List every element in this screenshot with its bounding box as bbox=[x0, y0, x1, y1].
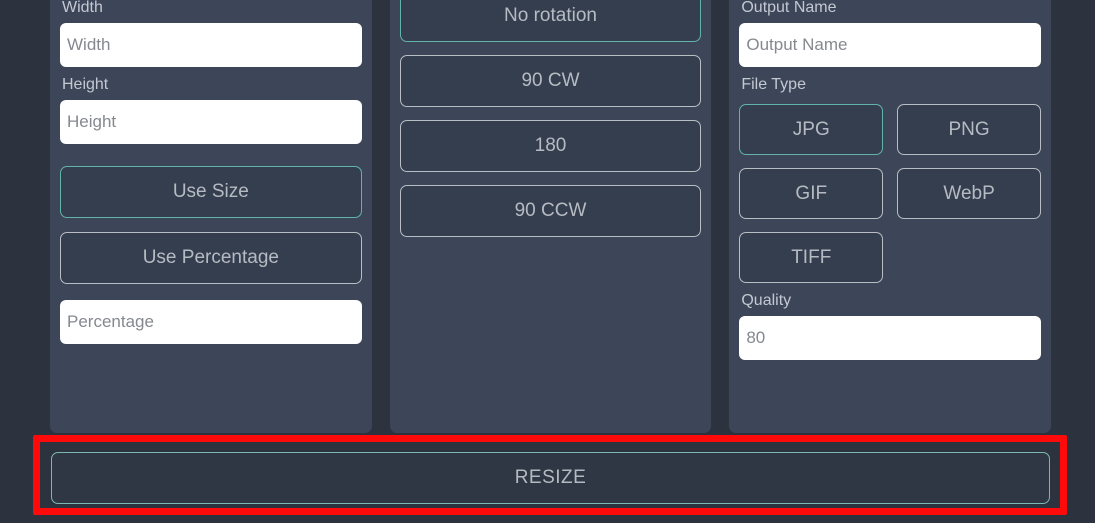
file-type-jpg-button[interactable]: JPG bbox=[739, 104, 884, 155]
rotation-90-cw-button[interactable]: 90 CW bbox=[399, 55, 702, 107]
rotation-none-button[interactable]: No rotation bbox=[399, 0, 702, 42]
output-name-input[interactable] bbox=[739, 23, 1042, 67]
rotation-panel: No rotation 90 CW 180 90 CCW bbox=[389, 0, 712, 433]
resize-button[interactable]: RESIZE bbox=[51, 452, 1050, 504]
output-name-label: Output Name bbox=[741, 0, 837, 16]
height-input[interactable] bbox=[60, 100, 362, 144]
file-type-options: JPG PNG GIF WebP TIFF bbox=[739, 104, 1042, 283]
file-type-tiff-button[interactable]: TIFF bbox=[739, 232, 884, 283]
file-type-webp-button[interactable]: WebP bbox=[897, 168, 1042, 219]
output-panel: Output Name File Type JPG PNG GIF WebP T… bbox=[729, 0, 1052, 433]
use-percentage-button[interactable]: Use Percentage bbox=[60, 232, 362, 284]
file-type-gif-button[interactable]: GIF bbox=[739, 168, 884, 219]
file-type-label: File Type bbox=[741, 76, 806, 93]
width-input[interactable] bbox=[60, 23, 362, 67]
rotation-180-button[interactable]: 180 bbox=[399, 120, 702, 172]
percentage-input[interactable] bbox=[60, 300, 362, 344]
settings-panels: Width Height Use Size Use Percentage No … bbox=[50, 0, 1052, 433]
quality-label: Quality bbox=[741, 292, 792, 309]
width-label: Width bbox=[62, 0, 103, 16]
quality-input[interactable] bbox=[739, 316, 1042, 360]
file-type-png-button[interactable]: PNG bbox=[897, 104, 1042, 155]
rotation-90-ccw-button[interactable]: 90 CCW bbox=[399, 185, 702, 237]
height-label: Height bbox=[62, 76, 109, 93]
use-size-button[interactable]: Use Size bbox=[60, 166, 362, 218]
size-panel: Width Height Use Size Use Percentage bbox=[50, 0, 372, 433]
